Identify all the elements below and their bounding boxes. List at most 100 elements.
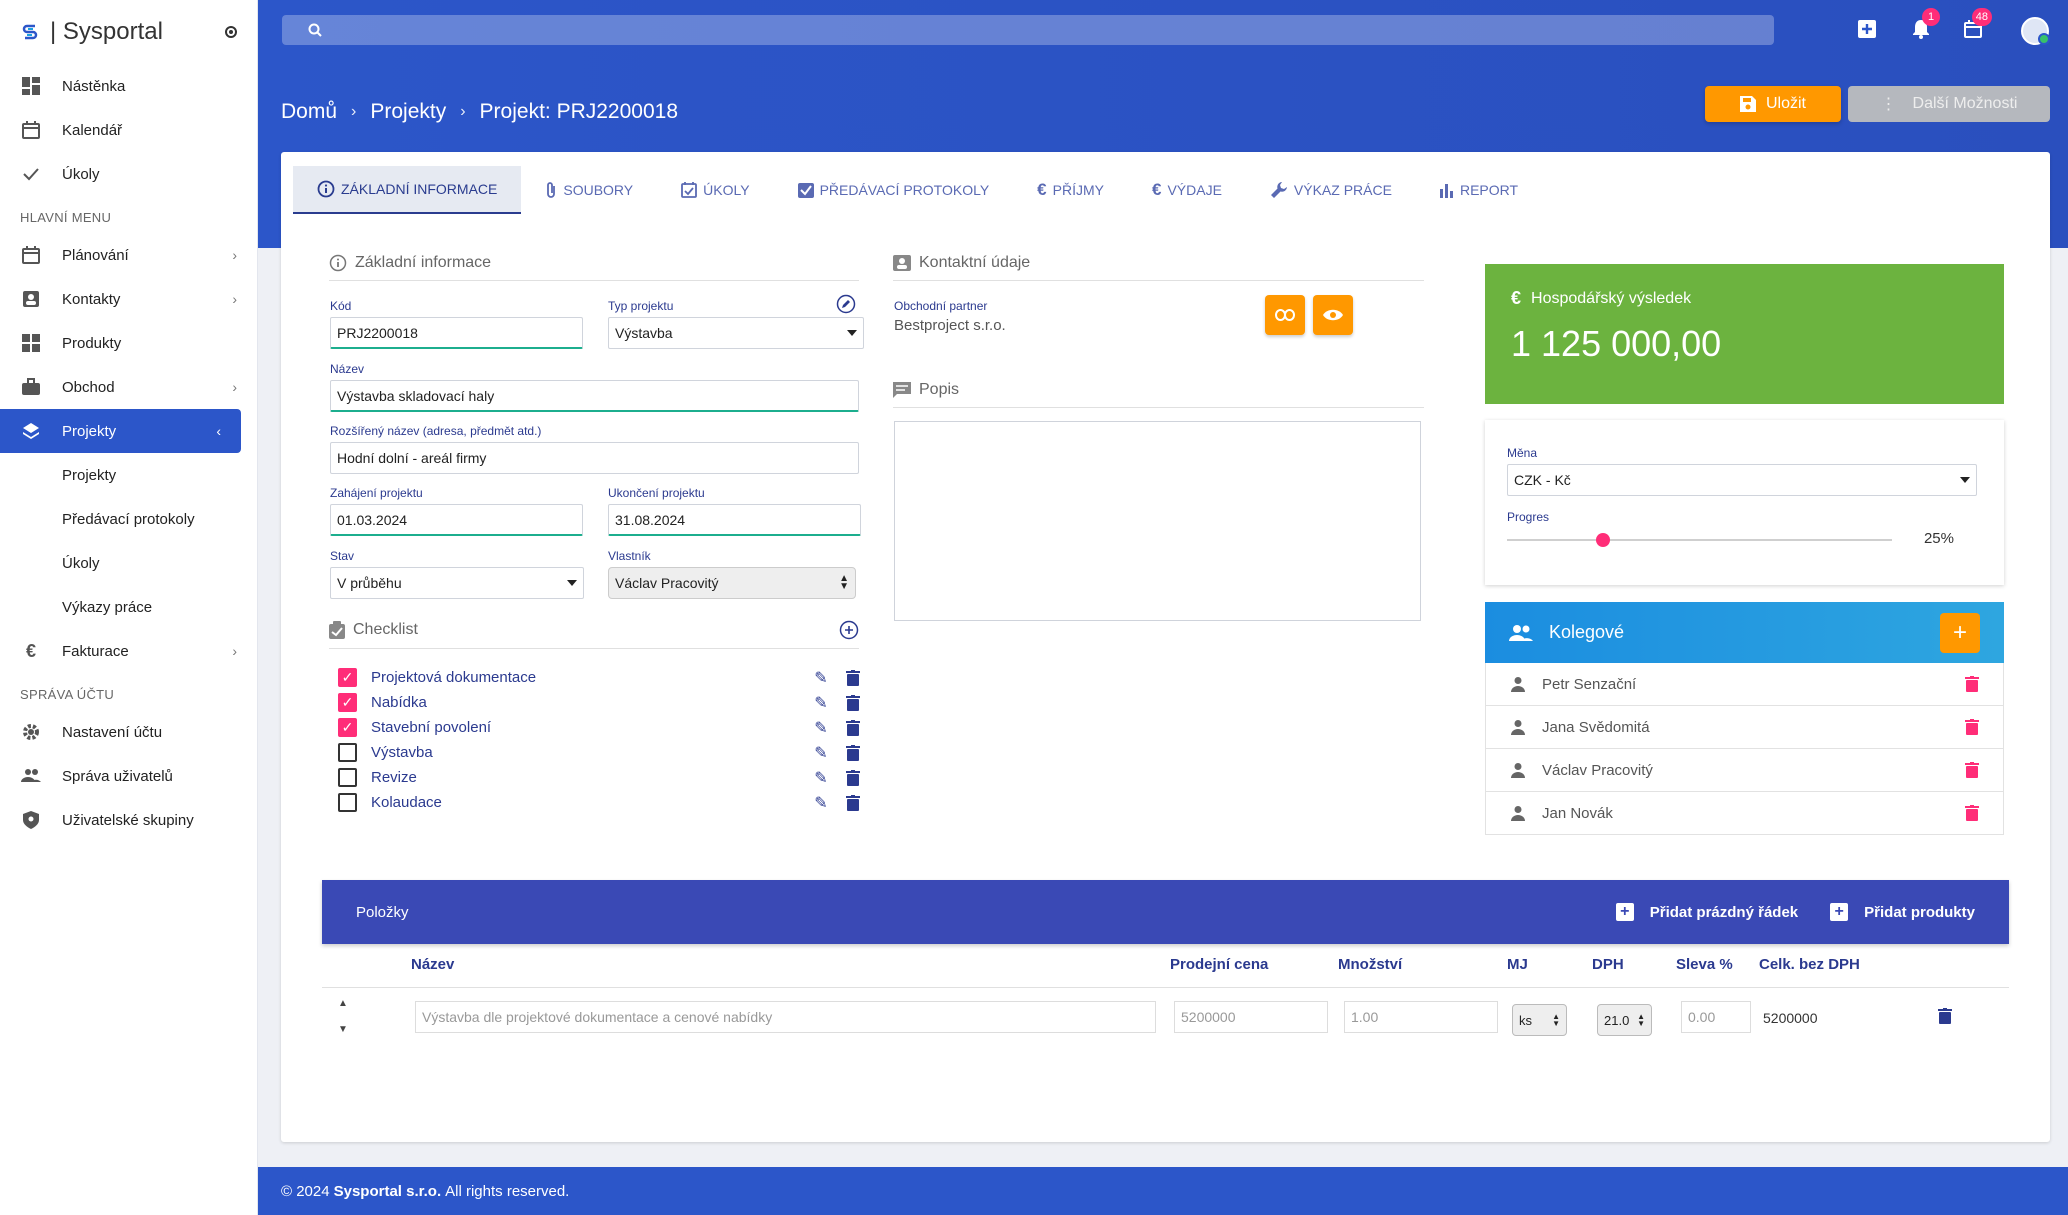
person-icon bbox=[1510, 676, 1526, 692]
delete-colleague-icon[interactable] bbox=[1965, 762, 1979, 778]
slider-knob[interactable] bbox=[1596, 533, 1611, 547]
sidebar-item-fakturace[interactable]: € Fakturace › bbox=[0, 629, 257, 673]
checkbox[interactable] bbox=[338, 793, 357, 812]
view-partner-button[interactable] bbox=[1313, 295, 1353, 335]
sidebar-item-planovani[interactable]: Plánování › bbox=[0, 233, 257, 277]
kod-input[interactable]: PRJ2200018 bbox=[330, 317, 583, 349]
sidebar-item-projekty[interactable]: Projekty ‹ bbox=[0, 409, 241, 453]
sidebar-item-kalendar[interactable]: Kalendář bbox=[0, 108, 257, 152]
item-qty-input[interactable]: 1.00 bbox=[1344, 1001, 1498, 1033]
chevron-right-icon: › bbox=[232, 643, 237, 659]
tab-predavaci-protokoly[interactable]: PŘEDÁVACÍ PROTOKOLY bbox=[774, 166, 1014, 214]
item-price-input[interactable]: 5200000 bbox=[1174, 1001, 1328, 1033]
zahajeni-input[interactable]: 01.03.2024 bbox=[330, 504, 583, 536]
add-empty-row-button[interactable]: + Přidat prázdný řádek bbox=[1615, 903, 1798, 921]
item-discount-input[interactable]: 0.00 bbox=[1681, 1001, 1751, 1033]
attachment-icon bbox=[545, 181, 557, 199]
sidebar-item-uzivatelske-skupiny[interactable]: Uživatelské skupiny bbox=[0, 798, 257, 842]
section-title: Kontaktní údaje bbox=[893, 254, 1424, 281]
delete-colleague-icon[interactable] bbox=[1965, 805, 1979, 821]
sidebar-subitem-projekty[interactable]: Projekty bbox=[0, 453, 257, 497]
edit-icon[interactable]: ✎ bbox=[810, 693, 832, 713]
sidebar-subitem-ukoly[interactable]: Úkoly bbox=[0, 541, 257, 585]
edit-icon[interactable]: ✎ bbox=[810, 768, 832, 788]
sidebar-item-sprava-uzivatelu[interactable]: Správa uživatelů bbox=[0, 754, 257, 798]
comment-icon bbox=[893, 381, 911, 399]
person-icon bbox=[1510, 762, 1526, 778]
check-icon bbox=[20, 163, 42, 185]
move-down-icon[interactable]: ▼ bbox=[338, 1024, 348, 1035]
add-checklist-icon[interactable] bbox=[839, 620, 859, 640]
edit-icon[interactable]: ✎ bbox=[810, 668, 832, 688]
vlastnik-select[interactable]: Václav Pracovitý ▲ ▼ bbox=[608, 567, 856, 599]
tasks-calendar-icon[interactable]: 48 bbox=[1958, 8, 1992, 44]
sidebar-subitem-predavaci-protokoly[interactable]: Předávací protokoly bbox=[0, 497, 257, 541]
popis-title: Popis bbox=[919, 381, 960, 398]
save-button[interactable]: Uložit bbox=[1705, 86, 1841, 122]
sidebar-item-obchod[interactable]: Obchod › bbox=[0, 365, 257, 409]
checkbox[interactable]: ✓ bbox=[338, 693, 357, 712]
add-products-button[interactable]: + Přidat produkty bbox=[1830, 903, 1975, 921]
nazev-input[interactable]: Výstavba skladovací haly bbox=[330, 380, 859, 412]
delete-colleague-icon[interactable] bbox=[1965, 719, 1979, 735]
tab-soubory[interactable]: SOUBORY bbox=[521, 166, 657, 214]
trash-icon[interactable] bbox=[846, 769, 868, 786]
chevron-right-icon: › bbox=[460, 103, 466, 120]
tab-report[interactable]: REPORT bbox=[1416, 166, 1542, 214]
nazev-label: Název bbox=[330, 362, 365, 376]
gear-icon bbox=[20, 721, 42, 743]
sidebar-item-ukoly[interactable]: Úkoly bbox=[0, 152, 257, 196]
delete-row-icon[interactable] bbox=[1938, 1008, 1952, 1024]
sidebar-item-produkty[interactable]: Produkty bbox=[0, 321, 257, 365]
tabs: ZÁKLADNÍ INFORMACE SOUBORY ÚKOLY PŘEDÁVA… bbox=[293, 166, 1542, 214]
popis-textarea[interactable] bbox=[894, 421, 1421, 621]
checkbox[interactable]: ✓ bbox=[338, 668, 357, 687]
sidebar-subitem-vykazy-prace[interactable]: Výkazy práce bbox=[0, 585, 257, 629]
col-mj: MJ bbox=[1507, 956, 1528, 973]
user-avatar[interactable] bbox=[2020, 16, 2050, 46]
notifications-icon[interactable]: 1 bbox=[1906, 8, 1940, 44]
checklist-item: Revize ✎ bbox=[338, 765, 868, 790]
search-input[interactable] bbox=[282, 15, 1774, 45]
add-icon[interactable] bbox=[1852, 14, 1882, 44]
tab-ukoly[interactable]: ÚKOLY bbox=[657, 166, 773, 214]
rozsireny-input[interactable]: Hodní dolní - areál firmy bbox=[330, 442, 859, 474]
typ-select[interactable]: Výstavba bbox=[608, 317, 864, 349]
move-up-icon[interactable]: ▲ bbox=[338, 998, 348, 1009]
tab-vykaz-prace[interactable]: VÝKAZ PRÁCE bbox=[1246, 166, 1416, 214]
checkbox[interactable] bbox=[338, 743, 357, 762]
ukonceni-input[interactable]: 31.08.2024 bbox=[608, 504, 861, 536]
progress-slider[interactable]: 25% bbox=[1507, 530, 1982, 550]
tab-prijmy[interactable]: € PŘÍJMY bbox=[1013, 166, 1128, 214]
sidebar-item-nastaveni-uctu[interactable]: Nastavení účtu bbox=[0, 710, 257, 754]
edit-icon[interactable]: ✎ bbox=[810, 793, 832, 813]
trash-icon[interactable] bbox=[846, 744, 868, 761]
stav-select[interactable]: V průběhu bbox=[330, 567, 584, 599]
trash-icon[interactable] bbox=[846, 694, 868, 711]
link-partner-button[interactable] bbox=[1265, 295, 1305, 335]
breadcrumb-home[interactable]: Domů bbox=[281, 100, 337, 124]
mena-select[interactable]: CZK - Kč bbox=[1507, 464, 1977, 496]
sidebar-item-nastenka[interactable]: Nástěnka bbox=[0, 64, 257, 108]
delete-colleague-icon[interactable] bbox=[1965, 676, 1979, 692]
trash-icon[interactable] bbox=[846, 794, 868, 811]
add-colleague-button[interactable]: + bbox=[1940, 612, 1980, 653]
item-name-input[interactable]: Výstavba dle projektové dokumentace a ce… bbox=[415, 1001, 1156, 1033]
item-vat-select[interactable]: 21.0 ▲ ▼ bbox=[1597, 1004, 1652, 1036]
checkbox[interactable]: ✓ bbox=[338, 718, 357, 737]
trash-icon[interactable] bbox=[846, 719, 868, 736]
edit-icon[interactable]: ✎ bbox=[810, 743, 832, 763]
breadcrumb-projekty[interactable]: Projekty bbox=[370, 100, 446, 124]
partner-value[interactable]: Bestproject s.r.o. bbox=[894, 317, 1006, 334]
sysportal-logo-icon bbox=[20, 22, 40, 42]
trash-icon[interactable] bbox=[846, 669, 868, 686]
sidebar-item-kontakty[interactable]: Kontakty › bbox=[0, 277, 257, 321]
sidebar-toggle-icon[interactable] bbox=[225, 26, 237, 38]
item-unit-select[interactable]: ks ▲ ▼ bbox=[1512, 1004, 1567, 1036]
tab-zakladni-informace[interactable]: ZÁKLADNÍ INFORMACE bbox=[293, 166, 522, 214]
tab-vydaje[interactable]: € VÝDAJE bbox=[1128, 166, 1246, 214]
more-options-button[interactable]: ⋮ Další Možnosti bbox=[1848, 86, 2050, 122]
updown-icon: ▲ ▼ bbox=[1552, 1012, 1560, 1028]
edit-icon[interactable]: ✎ bbox=[810, 718, 832, 738]
checkbox[interactable] bbox=[338, 768, 357, 787]
